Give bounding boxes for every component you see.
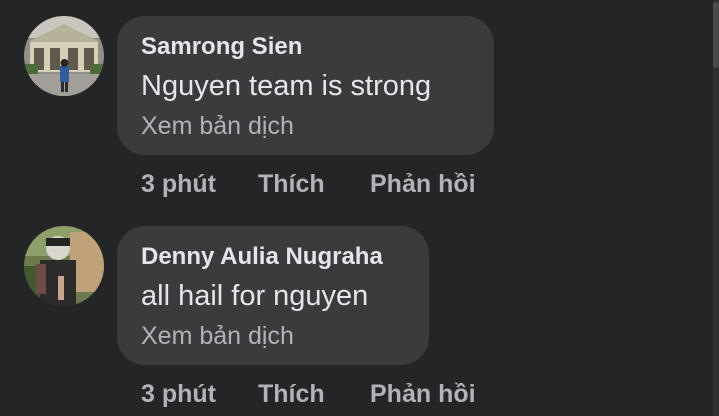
comment-author[interactable]: Samrong Sien [141,33,302,61]
comment: Samrong Sien Nguyen team is strong Xem b… [0,0,719,210]
scrollbar-track[interactable] [713,0,719,416]
comment-author[interactable]: Denny Aulia Nugraha [141,243,383,271]
reply-button[interactable]: Phản hồi [370,170,476,199]
see-translation-link[interactable]: Xem bản dịch [141,112,294,141]
comment: Denny Aulia Nugraha all hail for nguyen … [0,210,719,416]
like-button[interactable]: Thích [258,380,325,409]
scrollbar-thumb[interactable] [713,2,719,68]
comment-bubble: Samrong Sien Nguyen team is strong Xem b… [117,16,494,155]
avatar[interactable] [24,226,104,306]
comment-bubble: Denny Aulia Nugraha all hail for nguyen … [117,226,429,365]
comment-text: Nguyen team is strong [141,70,432,102]
avatar[interactable] [24,16,104,96]
comment-timestamp[interactable]: 3 phút [141,380,216,409]
reply-button[interactable]: Phản hồi [370,380,476,409]
see-translation-link[interactable]: Xem bản dịch [141,322,294,351]
comment-text: all hail for nguyen [141,280,369,312]
like-button[interactable]: Thích [258,170,325,199]
comment-timestamp[interactable]: 3 phút [141,170,216,199]
